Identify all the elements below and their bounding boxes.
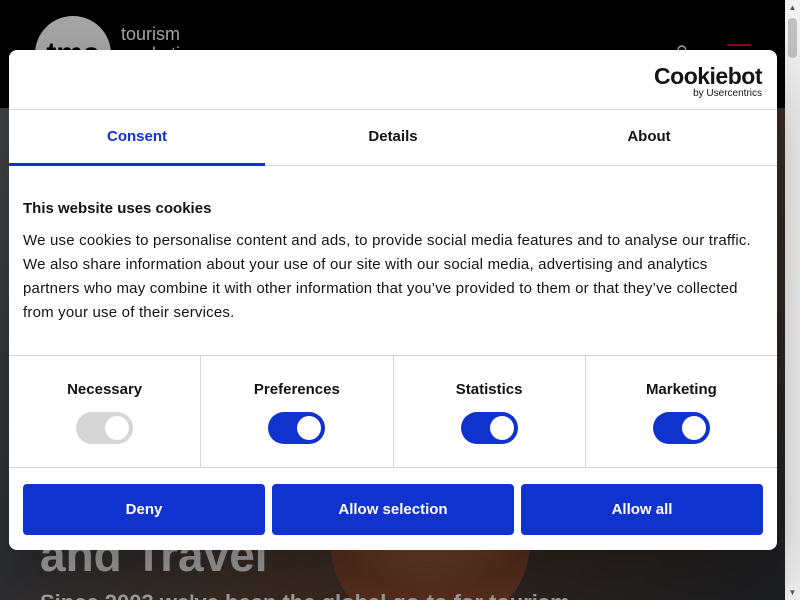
consent-buttons: Deny Allow selection Allow all: [9, 468, 777, 535]
cookie-consent-dialog: Cookiebot by Usercentrics Consent Detail…: [9, 50, 777, 550]
dialog-tabs: Consent Details About: [9, 110, 777, 166]
brand-subtitle: by Usercentrics: [693, 88, 762, 99]
allow-selection-button[interactable]: Allow selection: [272, 484, 514, 535]
deny-button[interactable]: Deny: [23, 484, 265, 535]
toggle-label: Necessary: [67, 381, 143, 398]
scroll-down-icon[interactable]: ▼: [785, 585, 800, 600]
marketing-switch[interactable]: [652, 412, 710, 444]
consent-body: This website uses cookies We use cookies…: [9, 166, 777, 355]
necessary-switch: [76, 412, 134, 444]
toggle-necessary: Necessary: [9, 356, 202, 467]
toggle-label: Preferences: [253, 381, 340, 398]
consent-title: This website uses cookies: [23, 200, 212, 217]
tab-details[interactable]: Details: [265, 110, 521, 165]
allow-all-button[interactable]: Allow all: [521, 484, 763, 535]
toggle-label: Marketing: [645, 381, 717, 398]
toggle-preferences: Preferences: [201, 356, 394, 467]
toggle-label: Statistics: [455, 381, 523, 398]
tab-consent[interactable]: Consent: [9, 110, 265, 166]
statistics-switch[interactable]: [460, 412, 518, 444]
cookie-category-toggles: Necessary Preferences Statistics Marketi…: [9, 355, 777, 468]
preferences-switch[interactable]: [268, 412, 326, 444]
scroll-up-icon[interactable]: ▲: [785, 0, 800, 15]
page-scrollbar[interactable]: ▲ ▼: [785, 0, 800, 600]
brand-name: Cookiebot: [654, 63, 762, 89]
scrollbar-thumb[interactable]: [788, 18, 797, 58]
tab-about[interactable]: About: [521, 110, 777, 165]
toggle-statistics: Statistics: [394, 356, 586, 467]
consent-description: We use cookies to personalise content an…: [23, 232, 751, 321]
cookiebot-logo[interactable]: Cookiebot by Usercentrics: [654, 64, 762, 99]
dialog-header: Cookiebot by Usercentrics: [9, 50, 777, 110]
toggle-marketing: Marketing: [586, 356, 777, 467]
